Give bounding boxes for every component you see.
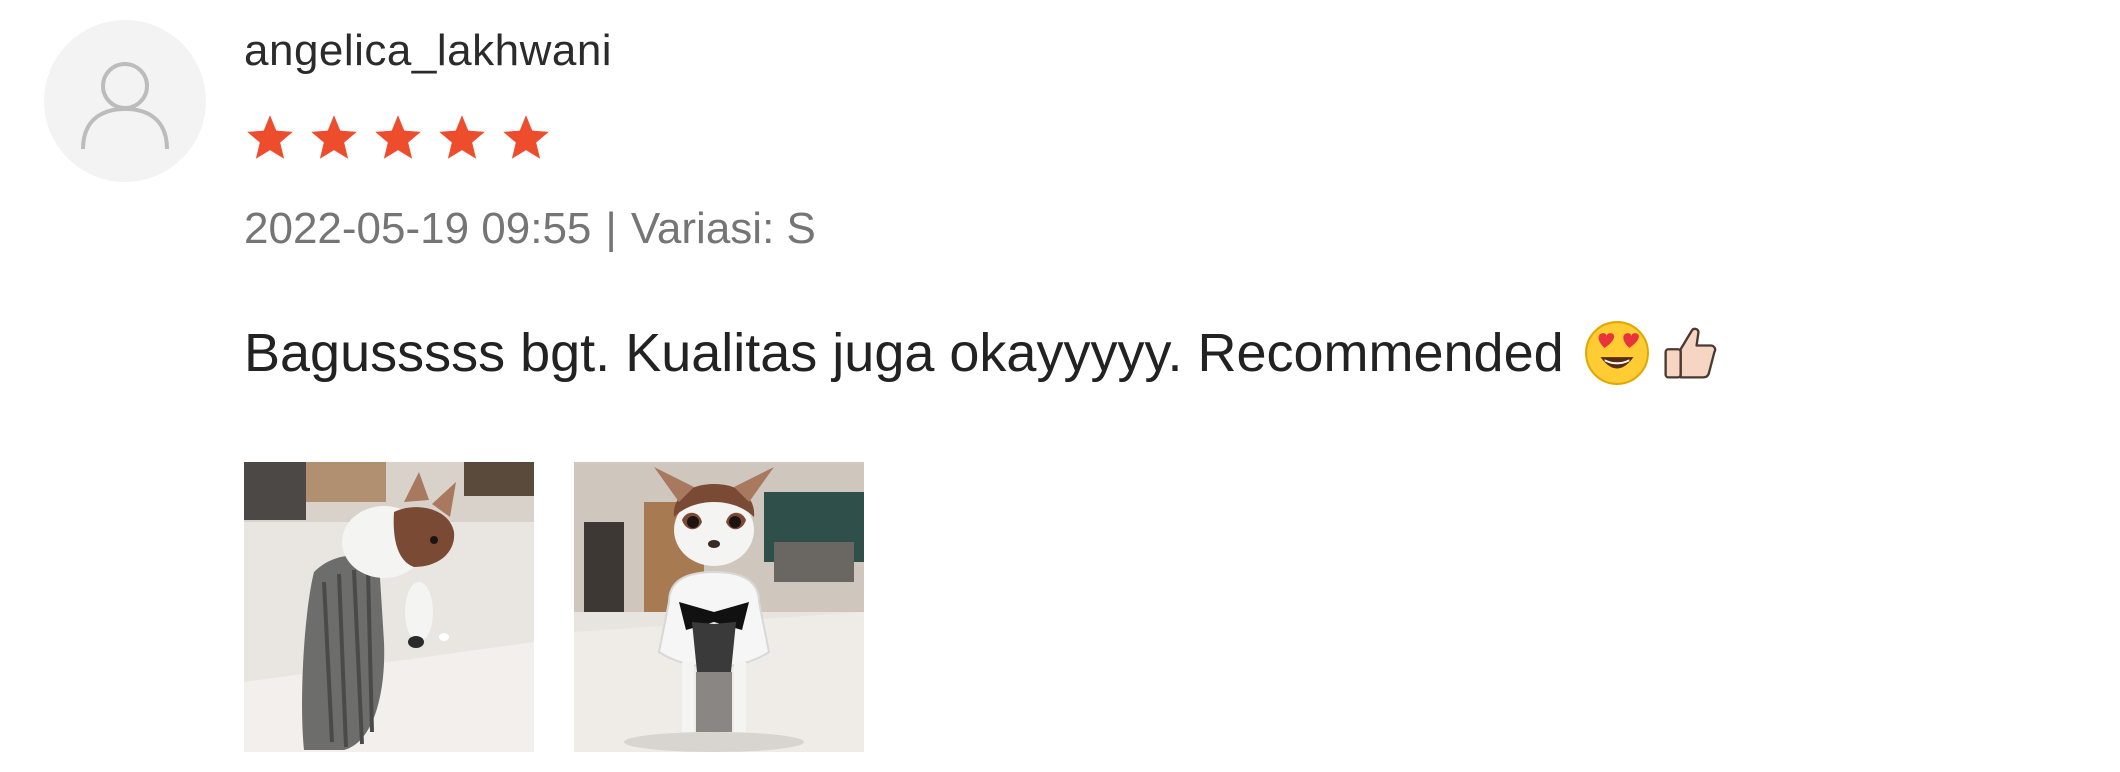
- review-card: angelica_lakhwani 2022-05-19 09:55 | Var…: [0, 0, 2120, 772]
- review-variant: Variasi: S: [630, 204, 816, 253]
- star-icon: [375, 115, 421, 159]
- review-comment: Bagusssss bgt. Kualitas juga okayyyyy. R…: [244, 320, 1720, 386]
- review-date: 2022-05-19 09:55: [244, 204, 592, 253]
- star-rating: [244, 112, 552, 168]
- star-icon: [503, 115, 549, 159]
- star-icon: [247, 115, 293, 159]
- review-photos: [244, 462, 864, 752]
- review-photo-1[interactable]: [244, 462, 534, 752]
- review-photo-2[interactable]: [574, 462, 864, 752]
- review-meta: 2022-05-19 09:55 | Variasi: S: [244, 204, 816, 254]
- star-icon: [439, 115, 485, 159]
- user-placeholder-icon: [81, 62, 169, 150]
- meta-separator: |: [605, 204, 617, 253]
- comment-text: Bagusssss bgt. Kualitas juga okayyyyy. R…: [244, 323, 1564, 383]
- thumbs-up-emoji-icon: [1664, 327, 1716, 379]
- avatar[interactable]: [44, 20, 206, 182]
- heart-eyes-emoji-icon: [1584, 321, 1649, 385]
- reviewer-username: angelica_lakhwani: [244, 26, 613, 75]
- star-icon: [311, 115, 357, 159]
